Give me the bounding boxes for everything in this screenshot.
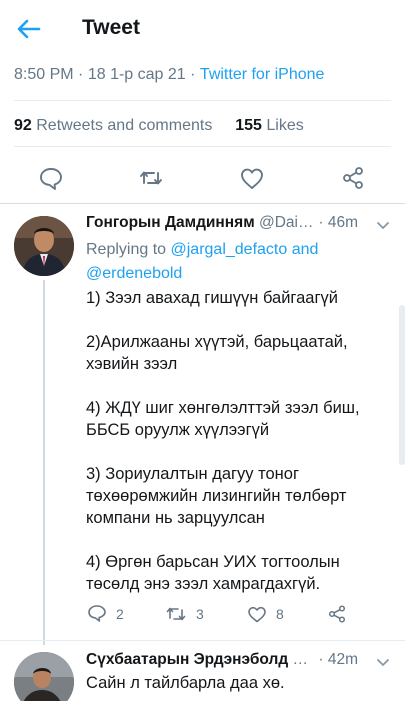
reply2-timestamp: · 42m [318,651,358,668]
share-icon[interactable] [338,164,368,192]
tweet-date: 18 1-р сар 21 [87,66,186,83]
meta-separator: · [78,66,84,83]
reply2-author-name[interactable]: Сүхбаатарын Эрдэнэболд [86,651,288,668]
retweet-icon [166,607,186,621]
reply-timestamp: · 46m [318,214,358,231]
reply-comment-button[interactable]: 2 [86,604,124,624]
tweet-action-bar [0,160,405,196]
mention-link[interactable]: @jargal_defacto [171,241,288,258]
and-label: and [291,241,319,258]
reply-paragraph: 4) ЖДҮ шиг хөнгөлэлттэй зээл биш, ББСБ о… [86,399,360,439]
comment-icon [88,605,106,622]
retweet-icon[interactable] [136,164,166,192]
chevron-down-icon[interactable] [376,655,390,666]
reply-comment-count: 2 [116,606,124,622]
reply2-author-handle[interactable]: … [293,651,309,668]
replying-prefix: Replying to [86,241,167,258]
reply-retweet-button[interactable]: 3 [164,604,204,624]
reply-author-handle[interactable]: @Dai… [259,214,314,231]
reply-paragraph: 2)Арилжааны хүүтэй, барьцаатай, хэвийн з… [86,333,348,373]
reply-header: Гонгорын Дамдинням @Dai… · 46m [86,214,396,236]
top-bar: Tweet [0,0,405,58]
divider [0,640,405,641]
retweets-stat[interactable]: 92 Retweets and comments [14,117,217,134]
reply2-body: Сайн л тайлбарла даа хө. [86,674,285,692]
likes-label: Likes [266,117,304,134]
reply-retweet-count: 3 [196,606,204,622]
tweet-stats: 92 Retweets and comments 155 Likes [14,117,304,135]
divider [14,146,391,147]
divider [14,100,391,101]
thread-line [43,280,45,645]
arrow-left-icon[interactable] [14,15,44,43]
retweets-label: Retweets and comments [36,117,213,134]
reply2-header: Сүхбаатарын Эрдэнэболд … · 42m [86,651,396,673]
heart-icon[interactable] [237,164,267,192]
reply-like-button[interactable]: 8 [246,604,284,624]
reply-paragraph: 3) Зориулалтын дагуу тоног төхөөрөмжийн … [86,465,347,527]
retweets-count: 92 [14,117,32,134]
replying-to: Replying to @jargal_defacto and @erdeneb… [86,238,386,286]
page-title: Tweet [82,16,140,39]
scrollbar[interactable] [399,305,405,465]
reply-body: 1) Зээл авахад гишүүн байгаагүй 2)Арилжа… [86,287,391,617]
meta-separator-2: · [190,66,196,83]
tweet-meta: 8:50 PM · 18 1-р сар 21 · Twitter for iP… [14,66,324,84]
reply-action-bar: 2 3 8 [86,604,356,628]
tweet-source-link[interactable]: Twitter for iPhone [200,66,325,83]
reply-author-name[interactable]: Гонгорын Дамдинням [86,214,255,231]
avatar[interactable] [14,652,74,701]
likes-stat[interactable]: 155 Likes [235,117,304,134]
tweet-screen: Tweet 8:50 PM · 18 1-р сар 21 · Twitter … [0,0,405,701]
avatar[interactable] [14,216,74,276]
comment-icon[interactable] [36,164,66,192]
reply-like-count: 8 [276,606,284,622]
reply-paragraph: 1) Зээл авахад гишүүн байгаагүй [86,289,338,307]
heart-icon [248,606,266,623]
chevron-down-icon[interactable] [376,218,390,229]
share-icon[interactable] [326,604,348,624]
reply-paragraph: 4) Өргөн барьсан УИХ тогтоолын төсөлд эн… [86,553,340,593]
tweet-time: 8:50 PM [14,66,74,83]
mention-link[interactable]: @erdenebold [86,265,182,282]
divider [0,203,405,204]
likes-count: 155 [235,117,262,134]
